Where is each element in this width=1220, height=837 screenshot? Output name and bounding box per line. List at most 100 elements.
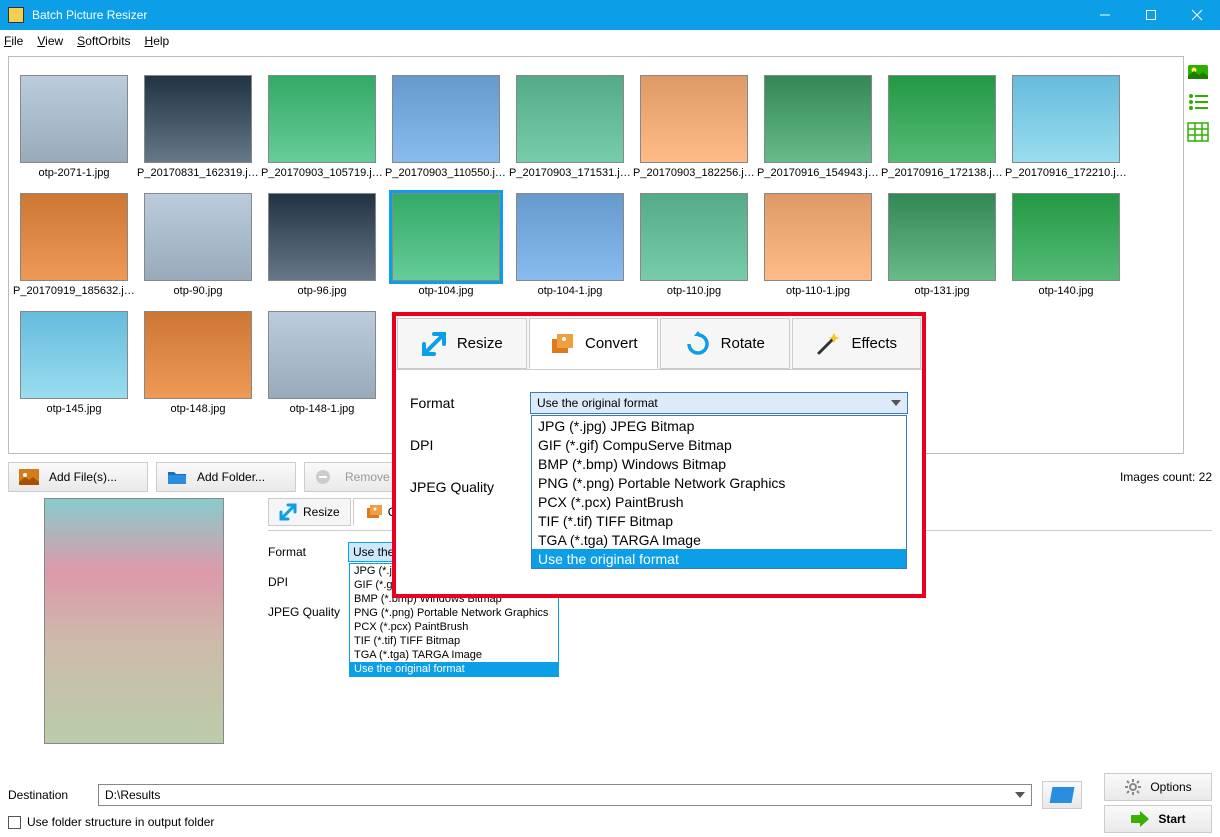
format-option[interactable]: PNG (*.png) Portable Network Graphics: [532, 473, 906, 492]
folder-icon: [1050, 787, 1075, 803]
thumbnail-label: otp-131.jpg: [914, 285, 969, 297]
close-button[interactable]: [1174, 0, 1220, 30]
thumbnail-image: [268, 75, 376, 163]
view-mode-sidebar: [1184, 56, 1212, 454]
format-dropdown-large[interactable]: JPG (*.jpg) JPEG BitmapGIF (*.gif) Compu…: [531, 415, 907, 569]
thumbnail[interactable]: P_20170903_171531.jpg: [509, 63, 631, 179]
thumbnail[interactable]: otp-145.jpg: [13, 299, 135, 415]
jpeg-quality-label-large: JPEG Quality: [410, 479, 530, 495]
format-option[interactable]: GIF (*.gif) CompuServe Bitmap: [532, 435, 906, 454]
browse-button[interactable]: [1042, 781, 1082, 809]
format-select-large[interactable]: Use the original format JPG (*.jpg) JPEG…: [530, 392, 908, 414]
thumbnail[interactable]: otp-148-1.jpg: [261, 299, 383, 415]
format-option[interactable]: TIF (*.tif) TIFF Bitmap: [532, 511, 906, 530]
bottom-bar: Options Destination D:\Results Use folde…: [8, 781, 1212, 829]
effects-icon: [815, 331, 841, 357]
format-option[interactable]: BMP (*.bmp) Windows Bitmap: [532, 454, 906, 473]
add-folder-button[interactable]: Add Folder...: [156, 462, 296, 492]
add-files-button[interactable]: Add File(s)...: [8, 462, 148, 492]
folder-icon: [167, 469, 187, 485]
tab-resize-small[interactable]: Resize: [268, 498, 351, 526]
format-option[interactable]: TGA (*.tga) TARGA Image: [532, 530, 906, 549]
tab-rotate-large[interactable]: Rotate: [660, 318, 790, 369]
thumbnail-image: [640, 193, 748, 281]
thumbnail-image: [392, 75, 500, 163]
options-button[interactable]: Options: [1104, 773, 1212, 801]
thumbnail-image: [516, 75, 624, 163]
thumbnail[interactable]: P_20170919_185632.jpg: [13, 181, 135, 297]
start-button[interactable]: Start: [1104, 805, 1212, 833]
thumbnail-image: [764, 75, 872, 163]
thumbnail[interactable]: otp-140.jpg: [1005, 181, 1127, 297]
dpi-label-small: DPI: [268, 575, 348, 589]
tab-rotate-large-label: Rotate: [721, 335, 765, 352]
format-option[interactable]: JPG (*.jpg) JPEG Bitmap: [532, 416, 906, 435]
format-option[interactable]: PCX (*.pcx) PaintBrush: [350, 620, 558, 634]
destination-input[interactable]: D:\Results: [98, 784, 1032, 806]
convert-icon: [364, 503, 382, 521]
minimize-button[interactable]: [1082, 0, 1128, 30]
thumbnail[interactable]: otp-90.jpg: [137, 181, 259, 297]
thumbnail[interactable]: otp-110-1.jpg: [757, 181, 879, 297]
thumbnail-label: P_20170903_182256.jpg: [633, 167, 755, 179]
images-count-label: Images count: 22: [1120, 470, 1212, 484]
maximize-button[interactable]: [1128, 0, 1174, 30]
start-button-label: Start: [1158, 812, 1185, 826]
thumbnail-label: otp-104-1.jpg: [538, 285, 603, 297]
format-option[interactable]: TGA (*.tga) TARGA Image: [350, 648, 558, 662]
thumbnail-label: P_20170916_172210.jpg: [1005, 167, 1127, 179]
format-option[interactable]: PCX (*.pcx) PaintBrush: [532, 492, 906, 511]
thumbnail-image: [888, 75, 996, 163]
thumbnail[interactable]: otp-104-1.jpg: [509, 181, 631, 297]
thumbnail[interactable]: P_20170903_182256.jpg: [633, 63, 755, 179]
list-view-icon[interactable]: [1187, 92, 1209, 112]
tab-resize-large[interactable]: Resize: [397, 318, 527, 369]
thumbnail-label: otp-96.jpg: [298, 285, 347, 297]
tab-convert-large[interactable]: Convert: [529, 318, 659, 369]
dpi-label-large: DPI: [410, 437, 530, 453]
options-button-label: Options: [1150, 780, 1191, 794]
menu-help[interactable]: Help: [145, 34, 170, 48]
menu-view[interactable]: View: [37, 34, 63, 48]
menu-file[interactable]: File: [4, 34, 23, 48]
thumbnail-image: [640, 75, 748, 163]
thumbnail-image: [144, 311, 252, 399]
format-label-large: Format: [410, 395, 530, 411]
thumbnail[interactable]: otp-2071-1.jpg: [13, 63, 135, 179]
thumbnail[interactable]: P_20170903_105719.jpg: [261, 63, 383, 179]
thumbnail-image: [20, 75, 128, 163]
menu-softorbits[interactable]: SoftOrbits: [77, 34, 130, 48]
grid-view-icon[interactable]: [1187, 122, 1209, 142]
thumbnail[interactable]: P_20170916_172210.jpg: [1005, 63, 1127, 179]
convert-icon: [549, 331, 575, 357]
jpeg-quality-label-small: JPEG Quality: [268, 605, 348, 619]
app-title: Batch Picture Resizer: [32, 8, 1082, 22]
thumbnail-label: otp-90.jpg: [174, 285, 223, 297]
format-option[interactable]: Use the original format: [350, 662, 558, 676]
format-option[interactable]: TIF (*.tif) TIFF Bitmap: [350, 634, 558, 648]
gear-icon: [1124, 778, 1142, 796]
tab-effects-large[interactable]: Effects: [792, 318, 922, 369]
preview-image: [44, 498, 224, 744]
format-option[interactable]: Use the original format: [532, 549, 906, 568]
thumbnail[interactable]: otp-148.jpg: [137, 299, 259, 415]
format-option[interactable]: PNG (*.png) Portable Network Graphics: [350, 606, 558, 620]
thumbnail-label: otp-148.jpg: [170, 403, 225, 415]
thumbnail[interactable]: otp-104.jpg: [385, 181, 507, 297]
thumbnail[interactable]: otp-131.jpg: [881, 181, 1003, 297]
thumbnail[interactable]: P_20170916_172138.jpg: [881, 63, 1003, 179]
folder-structure-checkbox[interactable]: [8, 816, 21, 829]
thumbnail-label: P_20170903_110550.jpg: [385, 167, 507, 179]
thumbnail[interactable]: otp-110.jpg: [633, 181, 755, 297]
thumbnail[interactable]: P_20170916_154943.jpg: [757, 63, 879, 179]
thumbnail[interactable]: P_20170831_162319.jpg: [137, 63, 259, 179]
tab-resize-small-label: Resize: [303, 505, 340, 519]
thumbnails-view-icon[interactable]: [1187, 62, 1209, 82]
thumbnail[interactable]: P_20170903_110550.jpg: [385, 63, 507, 179]
title-bar: Batch Picture Resizer: [0, 0, 1220, 30]
chevron-down-icon: [1015, 792, 1025, 798]
thumbnail-image: [516, 193, 624, 281]
thumbnail-image: [1012, 75, 1120, 163]
thumbnail[interactable]: otp-96.jpg: [261, 181, 383, 297]
rotate-icon: [685, 331, 711, 357]
